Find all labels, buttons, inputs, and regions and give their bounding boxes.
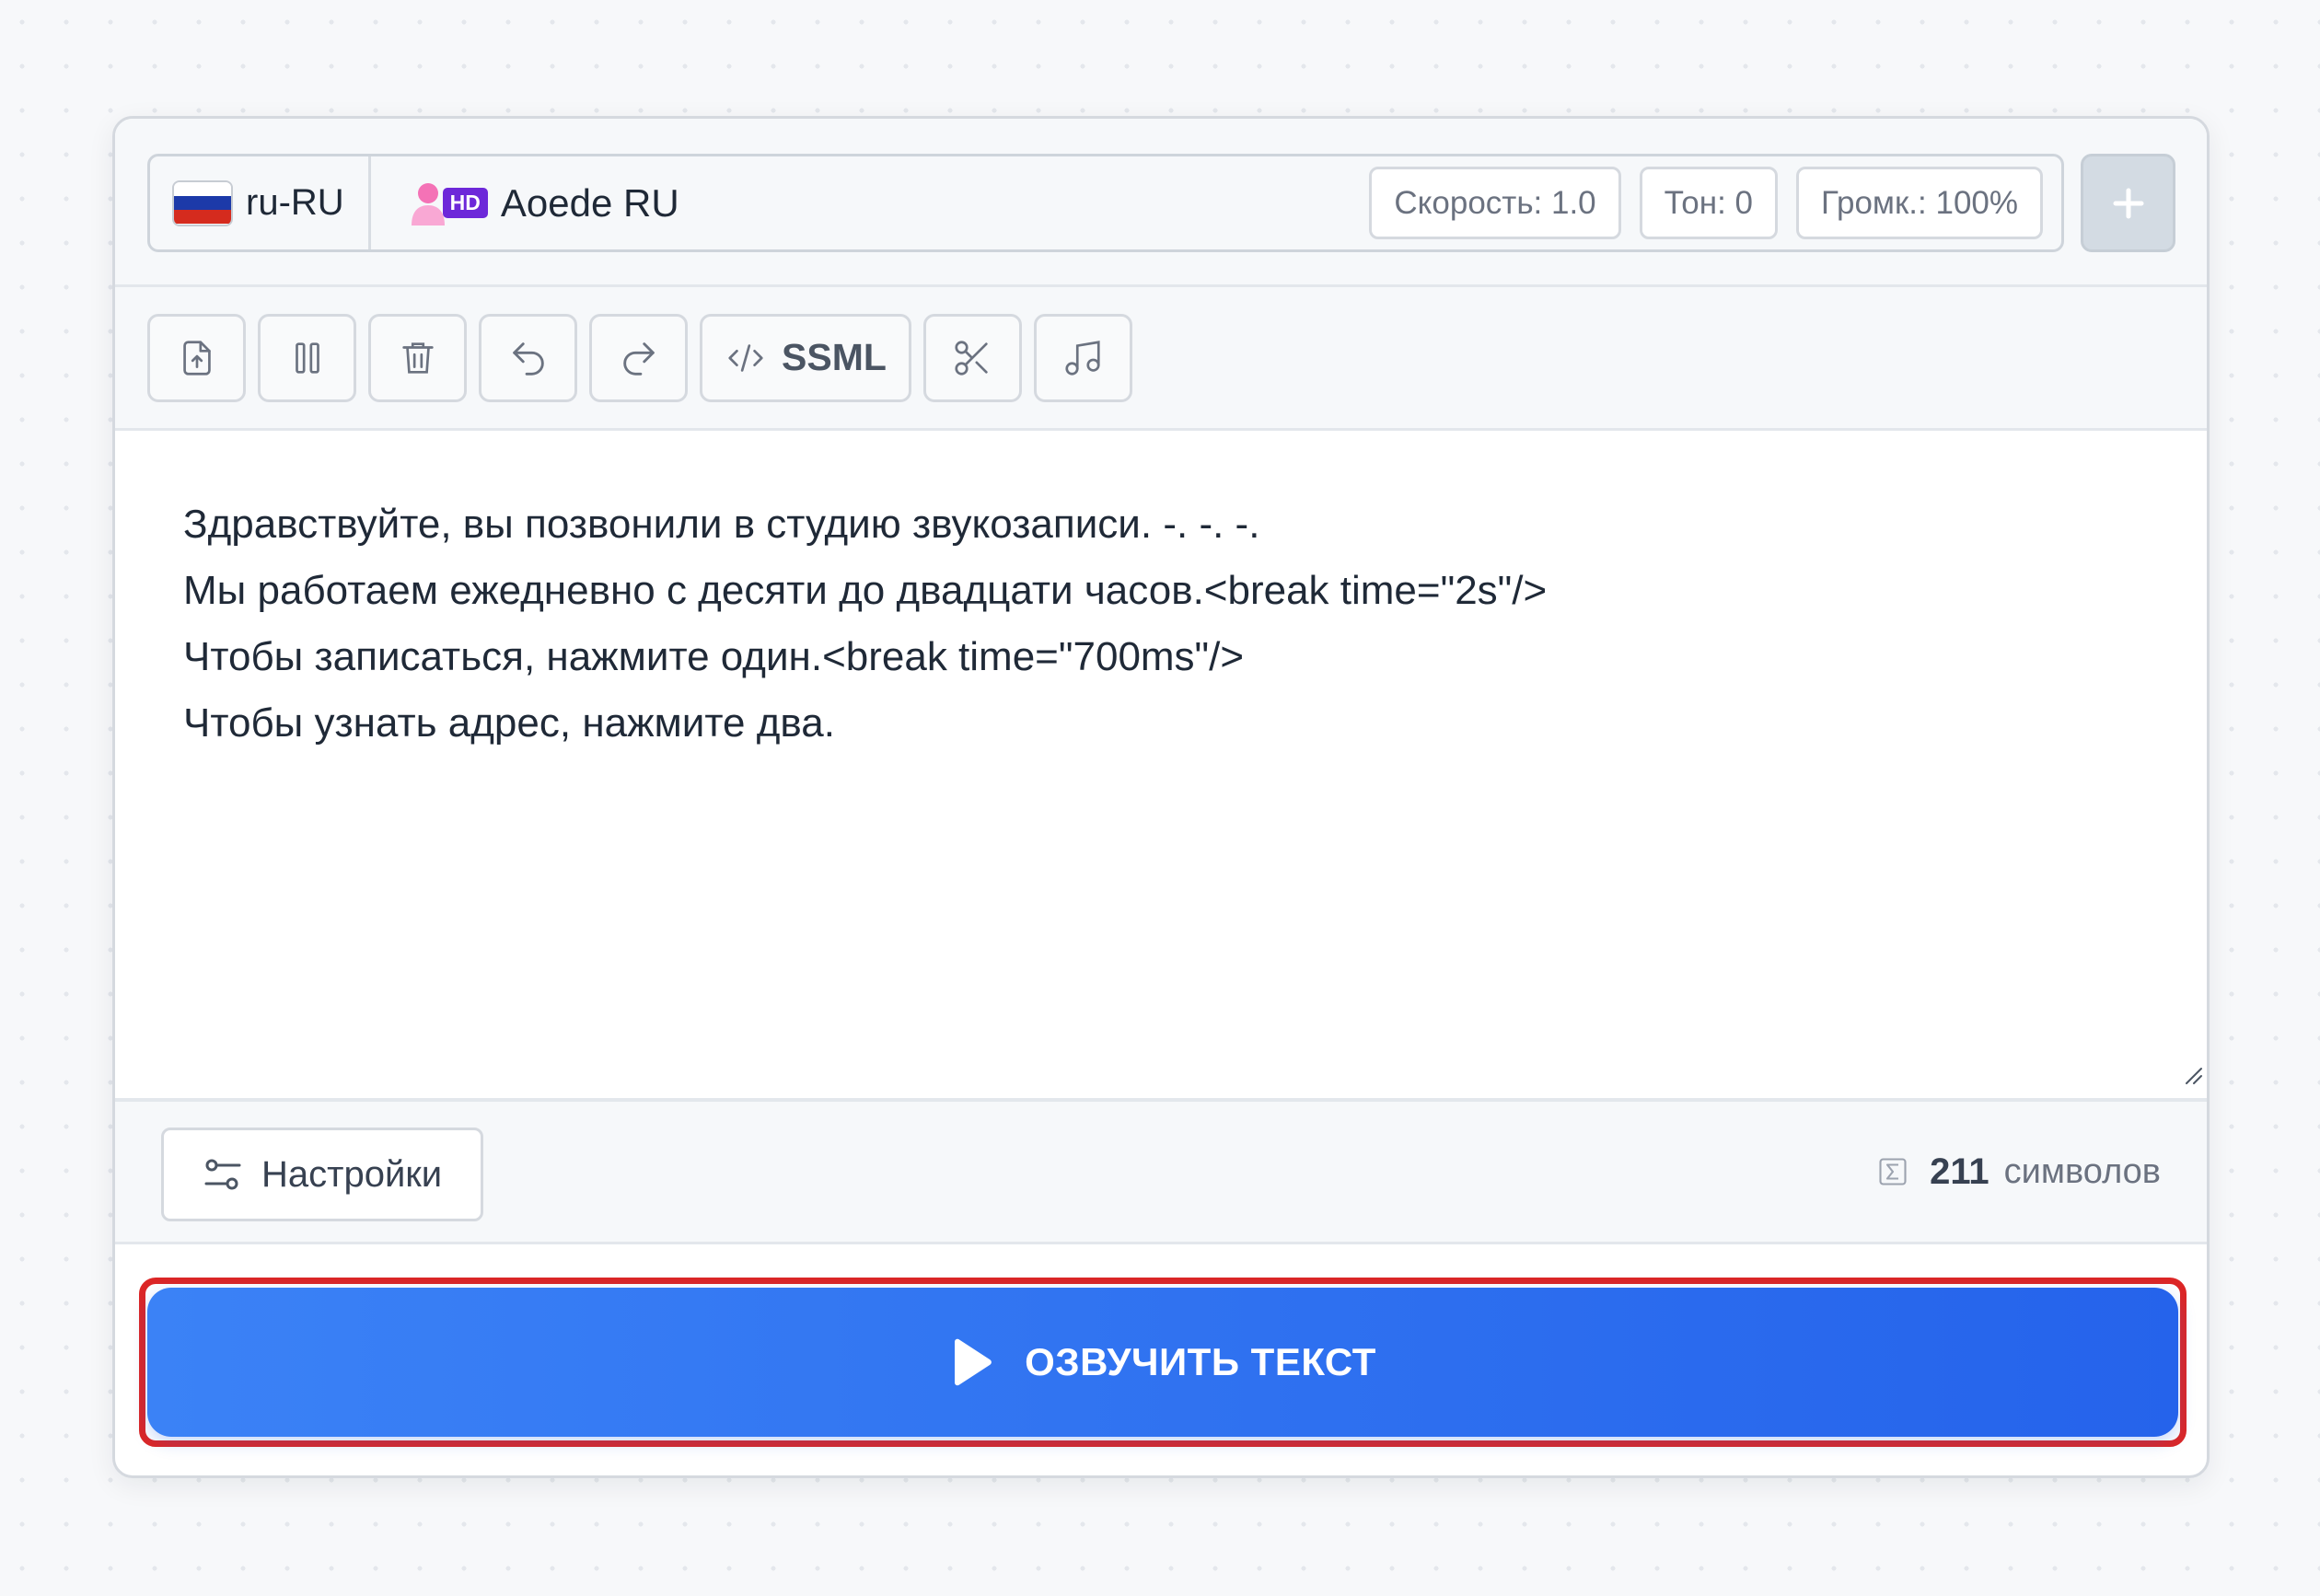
upload-file-button[interactable]	[147, 313, 246, 402]
ssml-button[interactable]: SSML	[700, 313, 911, 402]
settings-label: Настройки	[261, 1153, 443, 1195]
voice-name-selector[interactable]: HD Aoede RU	[371, 179, 1370, 227]
speak-text-button[interactable]: ОЗВУЧИТЬ ТЕКСТ	[147, 1288, 2178, 1437]
add-voice-button[interactable]	[2081, 154, 2175, 252]
resize-handle-icon[interactable]	[2179, 1061, 2203, 1085]
character-counter: 211 символов	[1876, 1102, 2161, 1242]
ssml-label: SSML	[782, 336, 887, 378]
editor-line: Чтобы записаться, нажмите один.<break ti…	[183, 634, 1245, 679]
language-selector[interactable]: ru-RU	[150, 156, 371, 249]
editor-line: Чтобы узнать адрес, нажмите два.	[183, 700, 835, 746]
file-upload-icon	[182, 340, 211, 376]
editor-line: Здравствуйте, вы позвонили в студию звук…	[183, 502, 1260, 547]
scissors-icon	[955, 340, 989, 376]
tts-editor-card: ru-RU HD Aoede RU Скорость: 1.0 Тон: 0 Г…	[112, 116, 2210, 1478]
pause-button[interactable]	[258, 313, 356, 402]
delete-button[interactable]	[368, 313, 467, 402]
undo-button[interactable]	[479, 313, 577, 402]
editor-footer: Настройки 211 символов	[115, 1098, 2207, 1244]
code-icon	[728, 343, 763, 372]
sigma-icon	[1879, 1158, 1907, 1185]
editor-toolbar: SSML	[115, 287, 2207, 431]
play-icon	[955, 1338, 992, 1386]
language-label: ru-RU	[246, 182, 344, 223]
russia-flag-icon	[172, 179, 233, 226]
redo-icon	[622, 341, 655, 376]
cut-button[interactable]	[922, 313, 1022, 402]
redo-button[interactable]	[589, 313, 688, 402]
character-count: 211	[1930, 1151, 1989, 1192]
speed-control[interactable]: Скорость: 1.0	[1369, 167, 1621, 239]
pause-icon	[295, 341, 319, 374]
plus-icon	[2113, 188, 2143, 218]
trash-icon	[401, 341, 434, 374]
voice-selector[interactable]: ru-RU HD Aoede RU Скорость: 1.0 Тон: 0 Г…	[147, 154, 2064, 252]
pitch-control[interactable]: Тон: 0	[1639, 167, 1779, 239]
volume-control[interactable]: Громк.: 100%	[1796, 167, 2043, 239]
hd-badge: HD	[442, 188, 488, 218]
text-editor[interactable]: Здравствуйте, вы позвонили в студию звук…	[115, 431, 2207, 1098]
editor-line: Мы работаем ежедневно с десяти до двадца…	[183, 568, 1548, 613]
music-button[interactable]	[1033, 313, 1132, 402]
settings-button[interactable]: Настройки	[161, 1128, 483, 1221]
speak-button-label: ОЗВУЧИТЬ ТЕКСТ	[1025, 1340, 1376, 1383]
sliders-icon	[204, 1159, 241, 1190]
voice-header: ru-RU HD Aoede RU Скорость: 1.0 Тон: 0 Г…	[115, 119, 2207, 287]
undo-icon	[512, 341, 544, 376]
music-note-icon	[1065, 340, 1100, 376]
voice-name-label: Aoede RU	[500, 180, 679, 225]
character-unit: символов	[2003, 1151, 2161, 1191]
